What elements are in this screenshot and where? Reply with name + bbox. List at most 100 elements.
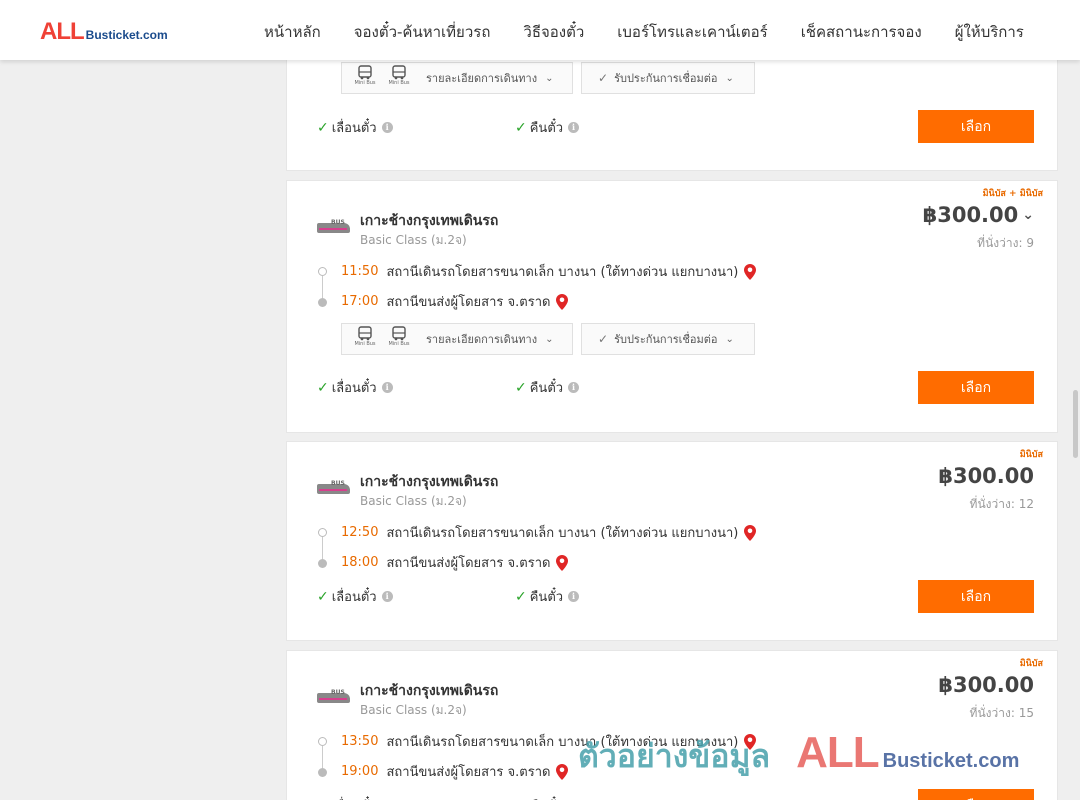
connection-insurance-toggle[interactable]: ✓ รับประกันการเชื่อมต่อ ⌄: [581, 62, 755, 94]
operator-logo: BUS: [317, 480, 350, 498]
operator-name: เกาะช้างกรุงเทพเดินรถ: [360, 213, 499, 229]
reschedule-label: เลื่อนตั๋ว: [331, 121, 377, 136]
arrival-stop: 19:00 สถานีขนส่งผู้โดยสาร จ.ตราด: [341, 761, 569, 782]
refund-label: คืนตั๋ว: [529, 590, 564, 605]
service-class: Basic Class (ม.2จ): [360, 703, 467, 717]
departure-time: 11:50: [341, 264, 379, 279]
arrival-time: 18:00: [341, 555, 379, 570]
departure-place: สถานีเดินรถโดยสารขนาดเล็ก บางนา (ใต้ทางด…: [386, 265, 739, 280]
seats-prefix: ที่นั่งว่าง:: [977, 236, 1023, 250]
reschedule-label: เลื่อนตั๋ว: [332, 795, 377, 800]
service-class: Basic Class (ม.2จ): [360, 494, 467, 508]
arrival-stop: 18:00 สถานีขนส่งผู้โดยสาร จ.ตราด: [341, 552, 569, 573]
trip-details-label: รายละเอียดการเดินทาง: [426, 72, 538, 85]
price-value: ฿300.00: [922, 203, 1019, 227]
select-trip-button[interactable]: เลือก: [918, 580, 1034, 613]
watermark-text: ตัวอย่างข้อมูล: [578, 737, 771, 775]
trip-card: มินิบัส BUS เกาะช้างกรุงเทพเดินรถ Basic …: [286, 441, 1058, 641]
page-scrollbar[interactable]: [1073, 390, 1078, 458]
info-icon[interactable]: i: [381, 382, 393, 393]
refund-perk: ✓ คืนตั๋ว i: [515, 377, 580, 398]
select-trip-button[interactable]: เลือก: [918, 110, 1034, 143]
info-icon[interactable]: i: [568, 122, 580, 133]
operator-logo: BUS: [317, 219, 350, 237]
nav-operators[interactable]: ผู้ให้บริการ: [955, 20, 1024, 44]
seats-available: ที่นั่งว่าง: 15: [970, 704, 1034, 723]
arrival-place: สถานีขนส่งผู้โดยสาร จ.ตราด: [386, 295, 551, 310]
map-pin-icon[interactable]: [556, 293, 569, 310]
minibus-icon-label: Mini Bus: [388, 341, 410, 347]
check-icon: ✓: [515, 379, 527, 396]
chevron-down-icon: ⌄: [725, 333, 734, 345]
reschedule-label: เลื่อนตั๋ว: [331, 590, 377, 605]
info-icon[interactable]: i: [568, 591, 580, 602]
minibus-icon: Mini Bus: [354, 64, 376, 92]
info-icon[interactable]: i: [381, 591, 393, 602]
reschedule-label: เลื่อนตั๋ว: [331, 381, 377, 396]
departure-time: 13:50: [341, 734, 379, 749]
seats-available: ที่นั่งว่าง: 9: [977, 234, 1034, 253]
nav-book-search[interactable]: จองตั๋ว-ค้นหาเที่ยวรถ: [354, 20, 491, 44]
route-timeline: [317, 528, 329, 568]
seats-prefix: ที่นั่งว่าง:: [969, 706, 1015, 720]
chevron-down-icon: ⌄: [545, 72, 554, 84]
vehicle-type-badge: มินิบัส + มินิบัส: [982, 189, 1043, 199]
map-pin-icon[interactable]: [556, 554, 569, 571]
service-class: Basic Class (ม.2จ): [360, 233, 467, 247]
nav-contact-counters[interactable]: เบอร์โทรและเคาน์เตอร์: [617, 20, 767, 44]
reschedule-perk: ✓ เลื่อนตั๋ว i: [317, 377, 393, 398]
nav-check-booking[interactable]: เช็คสถานะการจอง: [801, 20, 922, 44]
minibus-icon: Mini Bus: [354, 325, 376, 353]
watermark-logo-rest: Busticket.com: [882, 750, 1020, 772]
vehicle-type-badge: มินิบัส: [1019, 450, 1043, 460]
operator-name: เกาะช้างกรุงเทพเดินรถ: [360, 683, 499, 699]
trip-details-label: รายละเอียดการเดินทาง: [426, 333, 538, 346]
reschedule-perk: ✓ เลื่อนตั๋ว i: [317, 117, 393, 138]
seats-available: ที่นั่งว่าง: 12: [970, 495, 1034, 514]
check-icon: ✓: [515, 119, 527, 136]
map-pin-icon[interactable]: [744, 263, 757, 280]
refund-label: คืนตั๋ว: [529, 121, 564, 136]
sample-data-watermark: ตัวอย่างข้อมูล ALL Busticket.com: [578, 728, 1019, 782]
site-logo[interactable]: ALL Busticket.com: [40, 18, 168, 45]
info-icon[interactable]: i: [568, 382, 580, 393]
arrival-stop: 17:00 สถานีขนส่งผู้โดยสาร จ.ตราด: [341, 291, 569, 312]
price-value: ฿300.00: [938, 464, 1034, 488]
reschedule-perk: ✓ เลื่อนตั๋ว i: [317, 586, 393, 607]
arrival-place: สถานีขนส่งผู้โดยสาร จ.ตราด: [386, 556, 551, 571]
select-trip-button[interactable]: เลือก: [918, 371, 1034, 404]
minibus-icon: Mini Bus: [388, 64, 410, 92]
insurance-label: รับประกันการเชื่อมต่อ: [614, 333, 718, 346]
seats-prefix: ที่นั่งว่าง:: [969, 497, 1015, 511]
check-icon: ✓: [598, 71, 609, 85]
departure-stop: 12:50 สถานีเดินรถโดยสารขนาดเล็ก บางนา (ใ…: [341, 522, 757, 543]
refund-perk: ✓ คืนตั๋ว i: [515, 795, 579, 800]
reschedule-perk: ✓ เลื่อนตั๋ว i: [317, 795, 393, 800]
price-value: ฿300.00: [938, 673, 1034, 697]
seats-count: 12: [1018, 497, 1034, 511]
seats-count: 9: [1026, 236, 1034, 250]
trip-details-toggle[interactable]: Mini Bus Mini Bus รายละเอียดการเดินทาง ⌄: [341, 323, 573, 355]
nav-how-to-book[interactable]: วิธีจองตั๋ว: [523, 20, 584, 44]
info-icon[interactable]: i: [381, 122, 393, 133]
route-timeline: [317, 267, 329, 307]
refund-label: คืนตั๋ว: [530, 795, 563, 800]
departure-time: 12:50: [341, 525, 379, 540]
departure-stop: 11:50 สถานีเดินรถโดยสารขนาดเล็ก บางนา (ใ…: [341, 261, 757, 282]
map-pin-icon[interactable]: [556, 763, 569, 780]
minibus-icon: Mini Bus: [388, 325, 410, 353]
connection-insurance-toggle[interactable]: ✓ รับประกันการเชื่อมต่อ ⌄: [581, 323, 755, 355]
map-pin-icon[interactable]: [744, 524, 757, 541]
check-icon: ✓: [317, 588, 329, 605]
trip-price[interactable]: ฿300.00 ⌄: [923, 203, 1034, 227]
watermark-logo-all: ALL: [796, 728, 880, 777]
operator-name: เกาะช้างกรุงเทพเดินรถ: [360, 474, 499, 490]
nav-home[interactable]: หน้าหลัก: [264, 20, 321, 44]
chevron-down-icon: ⌄: [545, 333, 554, 345]
main-nav: หน้าหลัก จองตั๋ว-ค้นหาเที่ยวรถ วิธีจองตั…: [264, 20, 1024, 44]
trip-details-toggle[interactable]: Mini Bus Mini Bus รายละเอียดการเดินทาง ⌄: [341, 62, 573, 94]
route-timeline: [317, 737, 329, 777]
select-trip-button[interactable]: เลือก: [918, 789, 1034, 800]
chevron-down-icon: ⌄: [1022, 207, 1034, 223]
insurance-label: รับประกันการเชื่อมต่อ: [614, 72, 718, 85]
